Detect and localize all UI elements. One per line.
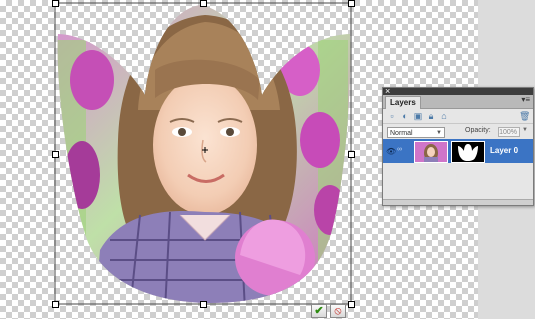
new-layer-icon[interactable]: ▫ bbox=[387, 111, 397, 121]
transform-handle-bottom-left[interactable] bbox=[52, 301, 59, 308]
trash-icon[interactable]: 🗑︎ bbox=[519, 111, 530, 121]
link-icon[interactable]: ∞ bbox=[397, 146, 402, 153]
transform-handle-bottom-middle[interactable] bbox=[200, 301, 207, 308]
opacity-slider-arrow-icon[interactable]: ▼ bbox=[522, 127, 528, 133]
add-mask-icon[interactable]: ▣ bbox=[413, 111, 423, 121]
transform-handle-middle-left[interactable] bbox=[52, 151, 59, 158]
transform-handle-top-right[interactable] bbox=[348, 0, 355, 7]
commit-button[interactable]: ✔ bbox=[311, 304, 327, 318]
layer-row[interactable]: 👁︎ ∞ Layer 0 bbox=[383, 139, 533, 163]
panel-tab-row: Layers ▾≡ bbox=[383, 95, 533, 109]
transform-handle-middle-right[interactable] bbox=[348, 151, 355, 158]
blend-mode-value: Normal bbox=[390, 129, 413, 137]
check-icon: ✔ bbox=[314, 304, 324, 317]
layers-toolbar: ▫ ◐ ▣ 🔒︎ ⌂ 🗑︎ bbox=[383, 109, 533, 124]
transform-handle-top-middle[interactable] bbox=[200, 0, 207, 7]
eye-icon[interactable]: 👁︎ bbox=[386, 147, 396, 156]
transform-handle-bottom-right[interactable] bbox=[348, 301, 355, 308]
layer-thumbnail bbox=[414, 141, 448, 163]
blend-mode-select[interactable]: Normal ▼ bbox=[387, 126, 445, 138]
adjustment-layer-icon[interactable]: ◐ bbox=[400, 111, 410, 121]
layers-panel: × Layers ▾≡ ▫ ◐ ▣ 🔒︎ ⌂ 🗑︎ Normal ▼ Opaci… bbox=[382, 86, 534, 206]
panel-resize-bar[interactable] bbox=[383, 199, 533, 205]
cancel-icon: ⦸ bbox=[334, 304, 342, 317]
lock-all-icon[interactable]: ⌂ bbox=[439, 111, 449, 121]
panel-menu-icon[interactable]: ▾≡ bbox=[521, 95, 530, 104]
opacity-label: Opacity: bbox=[465, 127, 491, 134]
chevron-down-icon: ▼ bbox=[436, 129, 442, 136]
opacity-field[interactable]: 100% bbox=[498, 127, 520, 137]
transform-commit-bar: ✔ ⦸ bbox=[311, 304, 346, 318]
panel-title-bar[interactable]: × bbox=[383, 86, 533, 96]
tab-layers[interactable]: Layers bbox=[385, 96, 421, 109]
layer-mask-thumbnail[interactable] bbox=[451, 141, 485, 163]
transform-handle-top-left[interactable] bbox=[52, 0, 59, 7]
lock-icon[interactable]: 🔒︎ bbox=[426, 111, 436, 121]
blend-row: Normal ▼ Opacity: 100% ▼ bbox=[383, 124, 533, 140]
cancel-button[interactable]: ⦸ bbox=[330, 304, 346, 318]
layer-name[interactable]: Layer 0 bbox=[490, 146, 518, 155]
